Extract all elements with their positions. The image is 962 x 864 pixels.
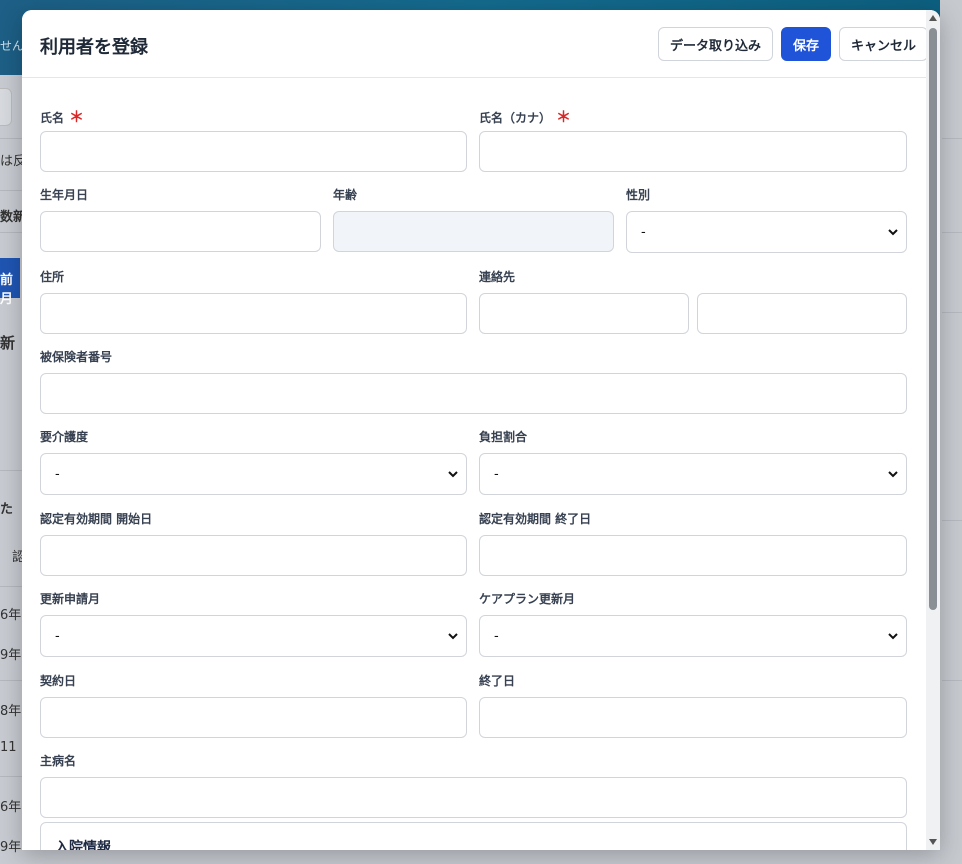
bg-divider xyxy=(0,586,22,587)
section-title: 入院情報 xyxy=(55,840,111,850)
required-mark: ＊ xyxy=(69,108,85,126)
scroll-up-icon[interactable] xyxy=(929,15,937,21)
bg-card xyxy=(0,88,12,126)
register-user-modal: 利用者を登録 データ取り込み 保存 キャンセル 氏名＊ 氏名（カナ）＊ 生年月日 xyxy=(22,10,940,850)
careplan-month-select[interactable]: - xyxy=(479,615,907,657)
name-label: 氏名＊ xyxy=(40,108,85,126)
birthdate-label: 生年月日 xyxy=(40,188,89,202)
chevron-down-icon xyxy=(888,633,898,640)
contract-date-label: 契約日 xyxy=(40,674,77,688)
bg-text: 11 xyxy=(0,740,17,755)
bg-divider xyxy=(0,232,22,233)
gender-select[interactable]: - xyxy=(626,211,907,253)
main-disease-label: 主病名 xyxy=(40,754,77,768)
care-level-label: 要介護度 xyxy=(40,430,89,444)
chevron-down-icon xyxy=(448,471,458,478)
required-mark: ＊ xyxy=(556,108,572,126)
contact-label: 連絡先 xyxy=(479,270,516,284)
renewal-month-select[interactable]: - xyxy=(40,615,467,657)
scroll-down-icon[interactable] xyxy=(929,839,937,845)
bg-text: 新 xyxy=(0,334,16,352)
save-button[interactable]: 保存 xyxy=(780,27,831,61)
cert-end-label: 認定有効期間 終了日 xyxy=(479,512,592,526)
contract-date-input[interactable] xyxy=(40,697,467,738)
bg-text: 6年 xyxy=(0,800,22,815)
modal-scrollbar[interactable] xyxy=(926,10,940,850)
end-date-label: 終了日 xyxy=(479,674,516,688)
gender-label: 性別 xyxy=(626,188,651,202)
bg-divider xyxy=(942,680,962,681)
contact-input-2[interactable] xyxy=(697,293,907,334)
main-disease-input[interactable] xyxy=(40,777,907,818)
address-input[interactable] xyxy=(40,293,467,334)
insured-number-label: 被保険者番号 xyxy=(40,350,113,364)
address-label: 住所 xyxy=(40,270,65,284)
cancel-button[interactable]: キャンセル xyxy=(838,27,928,61)
name-kana-label: 氏名（カナ）＊ xyxy=(479,108,572,126)
modal-header: 利用者を登録 データ取り込み 保存 キャンセル xyxy=(22,10,940,78)
bg-text: 6年 xyxy=(0,608,22,623)
hospitalization-section[interactable]: 入院情報 xyxy=(40,822,907,850)
insured-number-input[interactable] xyxy=(40,373,907,414)
bg-divider xyxy=(942,232,962,233)
birthdate-input[interactable] xyxy=(40,211,321,252)
careplan-month-label: ケアプラン更新月 xyxy=(479,592,576,606)
header-actions: データ取り込み 保存 キャンセル xyxy=(657,27,928,61)
chevron-down-icon xyxy=(448,633,458,640)
bg-divider xyxy=(0,138,22,139)
bg-text: 9年 xyxy=(0,840,22,855)
bg-prev-month-button: 前月 xyxy=(0,258,20,307)
burden-ratio-select[interactable]: - xyxy=(479,453,907,495)
bg-text: 8年 xyxy=(0,704,22,719)
chevron-down-icon xyxy=(888,471,898,478)
burden-ratio-label: 負担割合 xyxy=(479,430,528,444)
care-level-select[interactable]: - xyxy=(40,453,467,495)
bg-divider xyxy=(0,470,22,471)
cert-end-input[interactable] xyxy=(479,535,907,576)
chevron-down-icon xyxy=(888,229,898,236)
bg-divider xyxy=(0,680,22,681)
bg-divider xyxy=(942,312,962,313)
header-fragment: せん xyxy=(0,39,25,53)
cert-start-label: 認定有効期間 開始日 xyxy=(40,512,153,526)
bg-divider xyxy=(0,190,22,191)
bg-right-panel xyxy=(940,0,962,864)
scrollbar-thumb[interactable] xyxy=(929,28,937,610)
import-data-button[interactable]: データ取り込み xyxy=(657,27,773,61)
name-input[interactable] xyxy=(40,131,467,172)
cert-start-input[interactable] xyxy=(40,535,467,576)
bg-text: 9年 xyxy=(0,648,22,663)
renewal-month-label: 更新申請月 xyxy=(40,592,101,606)
end-date-input[interactable] xyxy=(479,697,907,738)
contact-input-1[interactable] xyxy=(479,293,689,334)
bg-divider xyxy=(0,776,22,777)
bg-divider xyxy=(942,138,962,139)
bg-divider xyxy=(942,520,962,521)
age-input xyxy=(333,211,614,252)
name-kana-input[interactable] xyxy=(479,131,907,172)
bg-text: た xyxy=(0,502,14,517)
age-label: 年齢 xyxy=(333,188,358,202)
modal-title: 利用者を登録 xyxy=(40,37,148,58)
